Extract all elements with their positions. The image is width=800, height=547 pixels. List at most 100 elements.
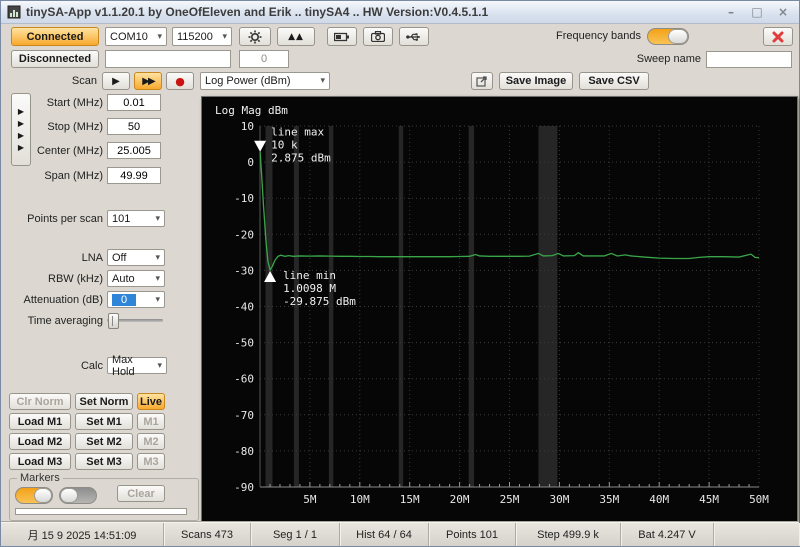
frequency-bands-toggle[interactable] <box>647 28 689 45</box>
svg-text:-29.875 dBm: -29.875 dBm <box>283 295 356 308</box>
status-scans: Scans 473 <box>164 523 251 546</box>
screenshot-button[interactable] <box>363 27 393 46</box>
marker-readout-strip <box>15 508 187 515</box>
points-per-scan-select[interactable]: 101 ▾ <box>107 210 165 227</box>
com-port-select[interactable]: COM10 ▾ <box>105 27 167 46</box>
spectrum-chart[interactable]: Log Mag dBm 10 0 -10 -20 -30 -40 -50 -60 -70 -80 -… <box>201 96 798 523</box>
m3-button[interactable]: M3 <box>137 453 165 470</box>
set-m2-button[interactable]: Set M2 <box>75 433 133 450</box>
lna-select[interactable]: Off ▾ <box>107 249 165 266</box>
raise-priority-button[interactable]: ▲▲ <box>277 27 315 46</box>
svg-text:-30: -30 <box>234 264 254 277</box>
span-input[interactable] <box>107 167 161 184</box>
set-m3-button[interactable]: Set M3 <box>75 453 133 470</box>
battery-icon <box>334 32 349 41</box>
chevron-down-icon: ▾ <box>155 252 160 263</box>
frequency-bands-label: Frequency bands <box>556 30 641 42</box>
scan-continuous-button[interactable]: ▶▶ <box>134 72 162 90</box>
save-image-button[interactable]: Save Image <box>499 72 573 90</box>
app-icon <box>7 5 21 19</box>
svg-text:0: 0 <box>247 156 254 169</box>
load-m3-button[interactable]: Load M3 <box>9 453 71 470</box>
svg-text:-10: -10 <box>234 192 254 205</box>
power-mode-value: Log Power (dBm) <box>205 75 291 87</box>
markers-group-label: Markers <box>17 472 63 484</box>
exit-button[interactable] <box>763 27 793 46</box>
points-value: 101 <box>112 212 131 225</box>
chart-canvas[interactable]: 10 0 -10 -20 -30 -40 -50 -60 -70 -80 -90 5M 10M 15M 20… <box>202 97 795 520</box>
svg-text:line max: line max <box>271 126 324 139</box>
status-step: Step 499.9 k <box>516 523 621 546</box>
export-chart-button[interactable] <box>471 72 493 90</box>
com-port-value: COM10 <box>110 30 148 43</box>
marker1-toggle[interactable] <box>15 487 53 504</box>
connected-button[interactable]: Connected <box>11 27 99 46</box>
power-mode-select[interactable]: Log Power (dBm) ▾ <box>200 72 330 90</box>
usb-button[interactable] <box>399 27 429 46</box>
status-history: Hist 64 / 64 <box>340 523 429 546</box>
disconnected-button[interactable]: Disconnected <box>11 50 99 68</box>
baud-rate-select[interactable]: 115200 ▾ <box>172 27 232 46</box>
set-norm-button[interactable]: Set Norm <box>75 393 133 410</box>
calc-label: Calc <box>80 360 103 372</box>
maximize-icon[interactable]: □ <box>747 4 767 20</box>
svg-text:35M: 35M <box>599 493 619 506</box>
svg-text:5M: 5M <box>303 493 317 506</box>
svg-text:-70: -70 <box>234 409 254 422</box>
stop-input[interactable] <box>107 118 161 135</box>
marker2-toggle[interactable] <box>59 487 97 504</box>
save-csv-button[interactable]: Save CSV <box>579 72 649 90</box>
device-info-field[interactable] <box>105 50 231 68</box>
svg-text:-90: -90 <box>234 481 254 494</box>
svg-text:1.0098 M: 1.0098 M <box>283 282 336 295</box>
center-label: Center (MHz) <box>36 145 103 157</box>
chevron-down-icon: ▾ <box>320 76 325 86</box>
status-spacer <box>714 523 799 546</box>
camera-icon <box>371 31 385 42</box>
minimize-icon[interactable]: – <box>721 4 741 20</box>
clr-norm-button[interactable]: Clr Norm <box>9 393 71 410</box>
svg-text:20M: 20M <box>450 493 470 506</box>
time-averaging-slider[interactable] <box>107 313 163 329</box>
svg-text:-20: -20 <box>234 228 254 241</box>
scan-label: Scan <box>71 75 97 87</box>
status-segment: Seg 1 / 1 <box>251 523 340 546</box>
window-title: tinySA-App v1.1.20.1 by OneOfEleven and … <box>26 5 489 19</box>
rbw-select[interactable]: Auto ▾ <box>107 270 165 287</box>
settings-button[interactable] <box>239 27 271 46</box>
close-x-icon <box>772 31 784 42</box>
m2-button[interactable]: M2 <box>137 433 165 450</box>
attenuation-select[interactable]: 0 ▾ <box>107 291 165 308</box>
rbw-value: Auto <box>112 272 135 285</box>
calc-select[interactable]: Max Hold ▾ <box>107 354 167 378</box>
lna-label: LNA <box>81 252 103 264</box>
scan-once-button[interactable]: ▶ <box>102 72 130 90</box>
stop-label: Stop (MHz) <box>47 121 103 133</box>
record-button[interactable]: ● <box>166 72 194 90</box>
load-m1-button[interactable]: Load M1 <box>9 413 71 430</box>
svg-text:-80: -80 <box>234 445 254 458</box>
right-arrow-icon: ▶ <box>17 131 25 140</box>
set-m1-button[interactable]: Set M1 <box>75 413 133 430</box>
span-label: Span (MHz) <box>44 170 103 182</box>
sweep-name-input[interactable] <box>706 51 792 68</box>
slider-knob[interactable] <box>108 313 119 329</box>
center-input[interactable] <box>107 142 161 159</box>
load-m2-button[interactable]: Load M2 <box>9 433 71 450</box>
export-chart-icon <box>476 76 487 87</box>
numeric-field[interactable] <box>239 50 289 68</box>
svg-text:10 k: 10 k <box>271 139 298 152</box>
status-points: Points 101 <box>429 523 516 546</box>
start-input[interactable] <box>107 94 161 111</box>
svg-text:2.875 dBm: 2.875 dBm <box>271 152 331 165</box>
live-button[interactable]: Live <box>137 393 165 410</box>
gear-icon <box>248 30 262 43</box>
m1-button[interactable]: M1 <box>137 413 165 430</box>
attenuation-label: Attenuation (dB) <box>23 294 104 306</box>
svg-text:line min: line min <box>283 269 336 282</box>
sweep-name-label: Sweep name <box>636 53 701 65</box>
battery-button[interactable] <box>327 27 357 46</box>
clear-markers-button[interactable]: Clear <box>117 485 165 502</box>
record-icon: ● <box>175 74 185 88</box>
close-icon[interactable]: × <box>773 4 793 20</box>
